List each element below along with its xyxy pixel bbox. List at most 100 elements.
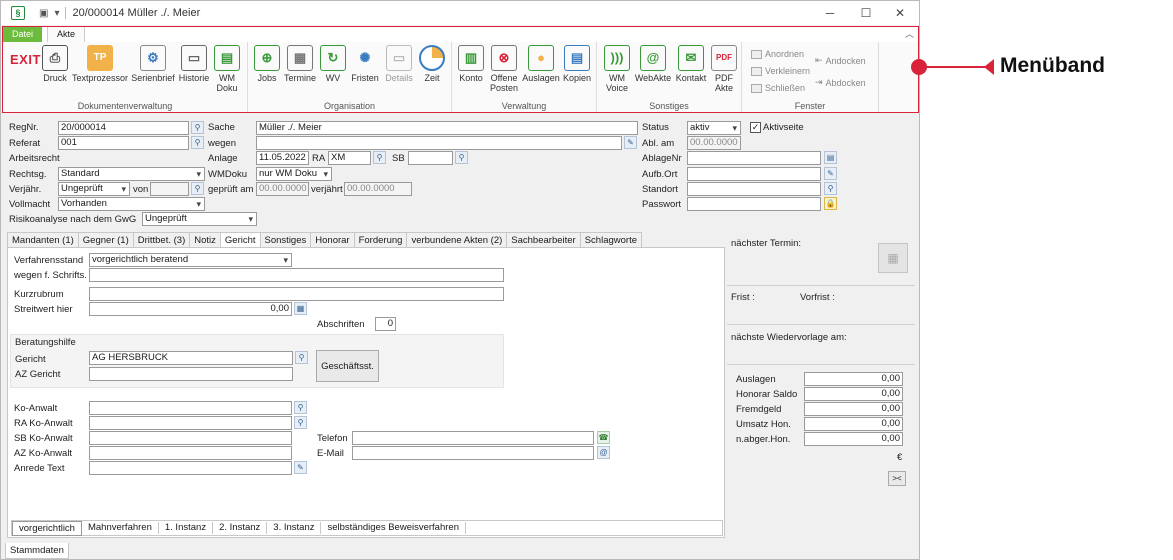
tab-beweisverfahren[interactable]: selbständiges Beweisverfahren [321,522,466,534]
wmdoku-select[interactable]: nur WM Doku [256,167,332,181]
wegen-input[interactable] [256,136,622,150]
search-icon[interactable]: ⚲ [373,151,386,164]
serienbrief-button[interactable]: ⚙ Serienbrief [130,45,176,83]
schliessen-button[interactable]: Schließen [751,83,805,93]
collapse-ribbon-icon[interactable]: ︿ [905,27,914,40]
tab-forderung[interactable]: Forderung [353,232,408,248]
calculator-icon[interactable]: ▦ [294,302,307,315]
tab-schlagworte[interactable]: Schlagworte [579,232,642,248]
search-icon[interactable]: ⚲ [294,416,307,429]
verjaehr-select[interactable]: Ungeprüft [58,182,130,196]
wv-button[interactable]: ↻ WV [320,45,346,83]
verfahrensstand-select[interactable]: vorgerichtlich beratend [89,253,292,267]
tab-drittbet[interactable]: Drittbet. (3) [132,232,191,248]
historie-button[interactable]: ▭ Historie [176,45,212,83]
tab-2-instanz[interactable]: 2. Instanz [213,522,268,534]
telefon-input[interactable] [352,431,594,445]
status-select[interactable]: aktiv [687,121,741,135]
textprozessor-button[interactable]: TP Textprozessor [71,45,129,83]
jobs-button[interactable]: ⊕ Jobs [254,45,280,83]
geschaeftsst-button[interactable]: Geschäftsst. [316,350,379,382]
lock-icon[interactable]: 🔒 [824,197,837,210]
tab-honorar[interactable]: Honorar [310,232,355,248]
termine-button[interactable]: ▦ Termine [283,45,317,83]
search-icon[interactable]: ⚲ [824,182,837,195]
tab-notiz[interactable]: Notiz [189,232,221,248]
pencil-icon[interactable]: ✎ [624,136,637,149]
von-input[interactable] [150,182,189,196]
anlage-input[interactable]: 11.05.2022 [256,151,309,165]
az-gericht-input[interactable] [89,367,293,381]
geprueft-input[interactable]: 00.00.0000 [256,182,309,196]
standort-input[interactable] [687,182,821,196]
kurzrubrum-input[interactable] [89,287,504,301]
fristen-button[interactable]: ✺ Fristen [349,45,381,83]
phone-icon[interactable]: ☎ [597,431,610,444]
search-icon[interactable]: ⚲ [191,182,204,195]
vollmacht-select[interactable]: Vorhanden [58,197,205,211]
offene-posten-button[interactable]: ⊗ Offene Posten [488,45,520,93]
az-ko-anwalt-input[interactable] [89,446,292,460]
wm-doku-button[interactable]: ▤ WM Doku [212,45,242,93]
tab-sachbearbeiter[interactable]: Sachbearbeiter [506,232,581,248]
at-icon[interactable]: @ [597,446,610,459]
gericht-input[interactable]: AG HERSBRUCK [89,351,293,365]
abl-am-input[interactable]: 00.00.0000 [687,136,741,150]
pdf-akte-button[interactable]: PDF PDF Akte [711,45,737,93]
ablage-icon[interactable]: ▤ [824,151,837,164]
tab-akte[interactable]: Akte [47,27,86,42]
streitwert-input[interactable]: 0,00 [89,302,292,316]
wm-voice-button[interactable]: ))) WM Voice [603,45,631,93]
tab-mandanten[interactable]: Mandanten (1) [7,232,79,248]
search-icon[interactable]: ⚲ [294,401,307,414]
gwg-select[interactable]: Ungeprüft [142,212,257,226]
details-button[interactable]: ▭ Details [383,45,415,83]
verjaehrt-input[interactable]: 00.00.0000 [344,182,412,196]
collapse-panel-button[interactable]: >< [888,471,906,486]
tab-stammdaten[interactable]: Stammdaten [5,543,69,559]
ablagenr-input[interactable] [687,151,821,165]
abdocken-button[interactable]: ⇥ Abdocken [815,77,866,88]
andocken-button[interactable]: ⇤ Andocken [815,55,866,66]
search-icon[interactable]: ⚲ [295,351,308,364]
tab-mahnverfahren[interactable]: Mahnverfahren [82,522,159,534]
quick-access-dropdown-icon[interactable]: ▾ [54,8,59,19]
search-icon[interactable]: ⚲ [191,136,204,149]
passwort-input[interactable] [687,197,821,211]
search-icon[interactable]: ⚲ [191,121,204,134]
rechtsg-select[interactable]: Standard [58,167,205,181]
aktivseite-checkbox[interactable]: ✓ [750,122,761,133]
auslagen-button[interactable]: ● Auslagen [522,45,560,83]
pencil-icon[interactable]: ✎ [294,461,307,474]
ra-input[interactable]: XM [328,151,371,165]
zeit-button[interactable]: Zeit [418,45,446,83]
tab-3-instanz[interactable]: 3. Instanz [267,522,322,534]
email-input[interactable] [352,446,594,460]
anordnen-button[interactable]: Anordnen [751,49,804,59]
druck-button[interactable]: ⎙ Druck [40,45,70,83]
abschriften-input[interactable]: 0 [375,317,396,331]
kontakt-button[interactable]: ✉ Kontakt [673,45,709,83]
close-icon[interactable]: ✕ [883,1,917,25]
tab-gegner[interactable]: Gegner (1) [77,232,134,248]
tab-verbundene-akten[interactable]: verbundene Akten (2) [406,232,508,248]
save-icon[interactable]: ▣ [39,8,48,19]
minimize-icon[interactable]: ─ [813,1,847,25]
referat-input[interactable]: 001 [58,136,189,150]
pencil-icon[interactable]: ✎ [824,167,837,180]
tab-datei[interactable]: Datei [3,27,43,42]
anrede-text-input[interactable] [89,461,292,475]
tab-1-instanz[interactable]: 1. Instanz [159,522,214,534]
sb-input[interactable] [408,151,453,165]
search-icon[interactable]: ⚲ [455,151,468,164]
regnr-input[interactable]: 20/000014 [58,121,189,135]
tab-vorgerichtlich[interactable]: vorgerichtlich [12,520,82,536]
sb-ko-anwalt-input[interactable] [89,431,292,445]
webakte-button[interactable]: @ WebAkte [634,45,672,83]
wegen-schrifts-input[interactable] [89,268,504,282]
aufb-ort-input[interactable] [687,167,821,181]
calendar-icon[interactable]: ▦ [878,243,908,273]
ko-anwalt-input[interactable] [89,401,292,415]
maximize-icon[interactable]: ☐ [849,1,883,25]
sache-input[interactable]: Müller ./. Meier [256,121,638,135]
